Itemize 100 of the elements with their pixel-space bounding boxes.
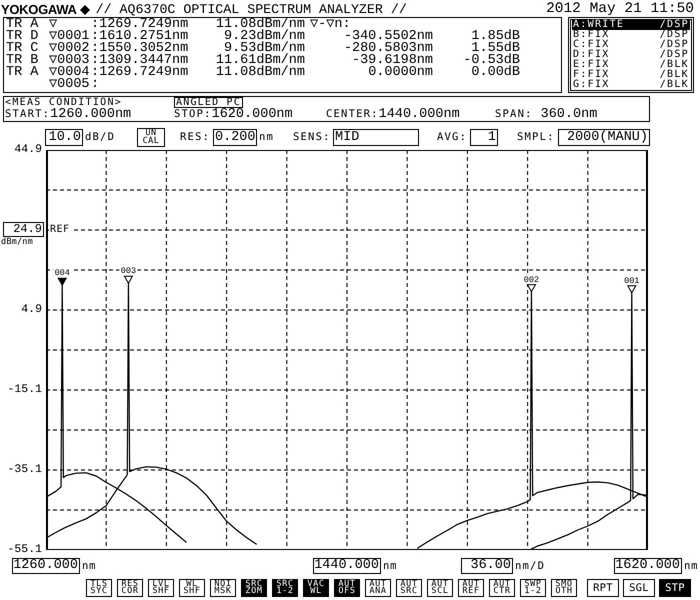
marker-wavelength: :1309.3447nm [91,55,190,67]
setting-label: SENS: [293,131,332,143]
delta-level: 0.00dB [470,67,520,79]
setting-value-field: 0.200 [213,128,257,146]
unit-label: nm/D [515,560,546,572]
delta-wavelength: -39.6198nm [350,55,433,67]
x-axis-value-field: 1260.000 [12,558,80,574]
sweep-key[interactable]: SGL [623,579,655,597]
marker-label: 003 [120,267,138,276]
trace-label: TR D [6,31,40,43]
unit-label: nm [82,560,96,572]
trace-display-state: /DSP [660,50,690,60]
y-axis-label: 4.9 [20,304,42,316]
date-time: 2012 May 21 11:50 [546,2,694,17]
trace-label: TR A [6,67,40,79]
marker-label: 001 [623,276,640,285]
marker-label: 004 [54,269,71,278]
setting-label: AVG: [437,131,468,143]
soft-key[interactable]: RES COR [117,579,143,597]
delta-wavelength: 0.0000nm [367,67,433,79]
marker-level: 11.08dBm/nm [214,67,305,79]
ref-marker-label: REF [49,224,71,235]
trace-label: TR C [6,43,40,55]
setting-label: SMPL: [517,131,556,143]
y-axis-label: -35.1 [6,464,42,476]
brand-logo: YOKOGAWA [1,3,77,17]
condition-value: 1620.000nm [212,109,293,121]
ref-unit-label: dBm/nm [1,238,33,247]
marker-wavelength: :1269.7249nm [91,19,190,31]
setting-value-field: MID [333,128,419,146]
trace-mode-label: D:FIX [572,50,611,60]
setting-label: RES: [180,131,212,143]
trace-display-state: /DSP [660,30,690,40]
soft-key[interactable]: SRC 1-2 [272,579,298,597]
marker-number: ▽0005 [49,79,91,91]
unit-label: nm [383,560,398,572]
trace-display-state: /DSP [660,20,690,30]
x-axis-value-field: 1620.000 [614,558,682,574]
delta-wavelength: -340.5502nm [342,31,433,43]
trace-mode-label: A:WRITE [572,20,660,30]
marker-number: ▽0003 [49,55,91,67]
condition-value: 1440.000nm [378,109,460,121]
soft-key[interactable]: AUT OFS [334,579,360,597]
soft-key[interactable]: AUT ANA [365,579,391,597]
soft-key[interactable]: WL SHF [179,579,205,597]
trace-mode-label: C:FIX [572,40,611,50]
uncal-indicator: UN CAL [137,128,165,146]
marker-wavelength: :1269.7249nm [91,67,190,79]
condition-title: <MEAS CONDITION> [5,98,124,108]
y-axis-label: -55.1 [6,544,42,556]
ref-level-field: 24.9 [3,222,44,237]
trace-mode-label: E:FIX [572,60,611,70]
marker-number: ▽ [49,19,58,31]
scale-value-field: 36.00 [461,558,513,574]
condition-label: START: [5,108,50,120]
trace-label: TR B [6,55,40,67]
soft-key[interactable]: AUT CTR [489,579,515,597]
delta-header: ▽-▽n: [309,19,351,31]
connector-badge: ANGLED PC [174,97,243,108]
trace-mode-label: G:FIX [572,80,611,90]
delta-wavelength: -280.5803nm [342,43,433,55]
condition-value: 1260.000nm [50,109,132,121]
soft-key[interactable]: AUT SRC [396,579,422,597]
sweep-key[interactable]: RPT [587,579,619,597]
soft-key[interactable]: AUT REF [458,579,484,597]
soft-key[interactable]: SMO OTH [551,579,577,597]
soft-key[interactable]: SRC ZOM [241,579,267,597]
condition-label: SPAN: [495,108,533,120]
marker-number: ▽0001 [49,31,91,43]
sweep-key[interactable]: STP [659,579,691,597]
soft-key[interactable]: TLS SYC [86,579,112,597]
instrument-title: // AQ6370C OPTICAL SPECTRUM ANALYZER // [96,3,407,17]
soft-key[interactable]: AUT SCL [427,579,453,597]
marker-wavelength: : [91,79,100,91]
trace-mode-label: F:FIX [572,70,611,80]
y-axis-label: -15.1 [6,384,42,396]
x-axis-value-field: 1440.000 [313,558,381,574]
unit-label: dB/D [85,131,116,143]
soft-key[interactable]: VAC WL [303,579,329,597]
marker-wavelength: :1610.2751nm [91,31,190,43]
trace-label: TR A [6,19,40,31]
condition-label: CENTER: [326,108,379,120]
trace-display-state: /BLK [660,60,690,70]
soft-key[interactable]: SWP 1-2 [520,579,546,597]
marker-number: ▽0004 [49,67,91,79]
trace-mode-label: B:FIX [572,30,611,40]
setting-value-field: 2000(MANU) [558,128,650,146]
soft-key[interactable]: NOI MSK [210,579,236,597]
diamond-icon [80,5,90,15]
soft-key[interactable]: LVL SHF [148,579,174,597]
trace-display-state: /BLK [660,80,690,90]
y-axis-label: 44.9 [13,144,42,156]
setting-value-field: 1 [470,128,498,146]
setting-value-field: 10.0 [45,128,83,146]
unit-label: nm [684,560,698,572]
trace-display-state: /DSP [660,40,690,50]
marker-number: ▽0002 [49,43,91,55]
trace-display-state: /BLK [660,70,690,80]
condition-label: STOP: [174,108,212,120]
marker-label: 002 [522,276,540,284]
